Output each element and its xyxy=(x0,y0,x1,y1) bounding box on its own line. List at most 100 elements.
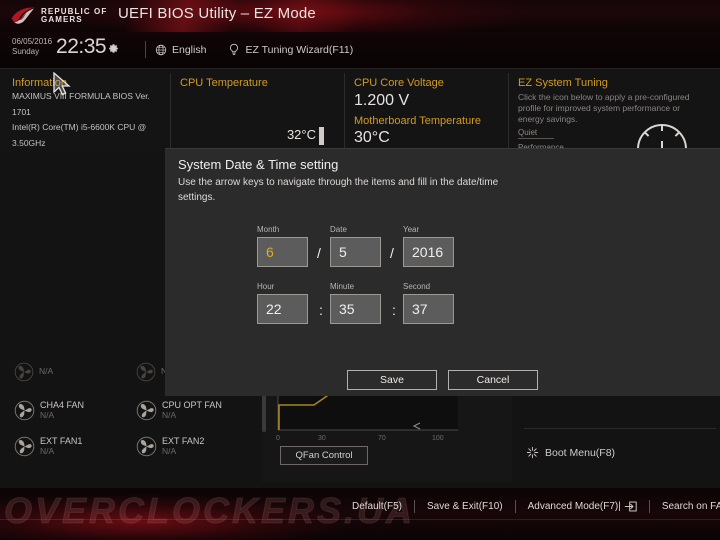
rog-eye-icon xyxy=(11,7,35,24)
fan-value: N/A xyxy=(40,409,55,420)
chart-xtick-70: 70 xyxy=(378,435,386,442)
divider xyxy=(518,137,554,139)
date-time-widget[interactable]: 06/05/2016 Sunday 22:35 xyxy=(12,35,119,59)
system-date-time-dialog: System Date & Time setting Use the arrow… xyxy=(165,148,720,396)
month-input[interactable]: 6 xyxy=(257,237,308,267)
date-display[interactable]: 06/05/2016 Sunday xyxy=(12,37,52,57)
fan-item-partial-1[interactable]: N/A xyxy=(14,362,53,382)
fan-icon xyxy=(14,436,35,457)
second-label: Second xyxy=(403,282,431,291)
chart-xtick-30: 30 xyxy=(318,435,326,442)
globe-icon xyxy=(155,44,167,55)
chart-xtick-100: 100 xyxy=(432,435,444,442)
mouse-cursor-icon xyxy=(53,72,71,96)
cancel-button[interactable]: Cancel xyxy=(448,370,538,390)
second-input[interactable]: 37 xyxy=(403,294,454,324)
ez-system-tuning-title: EZ System Tuning xyxy=(518,77,608,89)
clock-display[interactable]: 22:35 xyxy=(56,35,107,59)
hour-input[interactable]: 22 xyxy=(257,294,308,324)
fan-icon xyxy=(136,400,157,421)
divider xyxy=(508,73,509,149)
qfan-control-button[interactable]: QFan Control xyxy=(280,446,368,465)
dialog-description: Use the arrow keys to navigate through t… xyxy=(178,177,499,203)
divider xyxy=(170,73,171,149)
information-strip: Information MAXIMUS VIII FORMULA BIOS Ve… xyxy=(0,68,720,180)
title-bar: REPUBLIC OF GAMERS UEFI BIOS Utility – E… xyxy=(0,0,720,32)
date-separator-1: / xyxy=(317,245,321,261)
date-label: Date xyxy=(330,225,347,234)
gear-icon[interactable] xyxy=(108,41,119,59)
cpu-temperature-label: CPU Temperature xyxy=(180,77,268,89)
fan-value: N/A xyxy=(39,366,54,377)
date-field-group: Date 5 xyxy=(330,225,381,267)
hour-field-group: Hour 22 xyxy=(257,282,308,324)
year-input[interactable]: 2016 xyxy=(403,237,454,267)
footer-navigation: Default(F5) Save & Exit(F10) Advanced Mo… xyxy=(340,500,720,513)
divider xyxy=(344,73,345,149)
second-field-group: Second 37 xyxy=(403,282,454,324)
boot-menu-button[interactable]: Boot Menu(F8) xyxy=(526,446,615,459)
language-selector[interactable]: English xyxy=(155,44,206,56)
time-separator-2: : xyxy=(392,302,396,318)
advanced-mode-f7-button[interactable]: Advanced Mode(F7)| xyxy=(516,501,649,512)
date-separator-2: / xyxy=(390,245,394,261)
fan-value: N/A xyxy=(162,445,177,456)
fan-icon xyxy=(136,436,157,457)
cpu-voltage-label: CPU Core Voltage xyxy=(354,77,444,89)
cpu-voltage-value: 1.200 V xyxy=(354,92,410,109)
ez-tuning-wizard-button[interactable]: EZ Tuning Wizard(F11) xyxy=(228,43,353,56)
cpu-temperature-value: 32°C xyxy=(286,127,316,142)
fan-item-ext-fan2[interactable]: EXT FAN2 N/A xyxy=(136,436,204,457)
boot-burst-icon xyxy=(526,446,539,459)
save-button[interactable]: Save xyxy=(347,370,437,390)
arrow-into-box-icon xyxy=(624,501,637,512)
fan-item-ext-fan1[interactable]: EXT FAN1 N/A xyxy=(14,436,82,457)
information-panel: Information MAXIMUS VIII FORMULA BIOS Ve… xyxy=(12,69,170,180)
info-line-motherboard: MAXIMUS VIII FORMULA BIOS Ver. 1701 xyxy=(12,91,150,117)
ez-tuning-wizard-label: EZ Tuning Wizard(F11) xyxy=(245,43,354,56)
page-title: UEFI BIOS Utility – EZ Mode xyxy=(118,5,316,22)
month-field-group: Month 6 xyxy=(257,225,308,267)
minute-label: Minute xyxy=(330,282,355,291)
hour-label: Hour xyxy=(257,282,275,291)
divider xyxy=(145,41,146,58)
motherboard-temperature-label: Motherboard Temperature xyxy=(354,115,481,127)
information-title: Information xyxy=(12,77,68,89)
save-and-exit-f10-button[interactable]: Save & Exit(F10) xyxy=(415,501,515,512)
fan-value: N/A xyxy=(162,409,177,420)
fan-icon xyxy=(136,362,156,382)
fan-item-cha4[interactable]: CHA4 FAN N/A xyxy=(14,400,84,421)
search-on-faq-button[interactable]: Search on FAQ xyxy=(650,501,720,512)
minute-field-group: Minute 35 xyxy=(330,282,381,324)
status-bar: 06/05/2016 Sunday 22:35 English EZ Tunin… xyxy=(0,32,720,96)
fan-item-cpu-opt[interactable]: CPU OPT FAN N/A xyxy=(136,400,222,421)
date-value: 06/05/2016 xyxy=(12,37,53,46)
default-f5-button[interactable]: Default(F5) xyxy=(340,501,414,512)
status-bar-items: English EZ Tuning Wizard(F11) xyxy=(136,41,353,58)
weekday-value: Sunday xyxy=(12,47,40,56)
divider xyxy=(0,519,720,520)
boot-menu-label: Boot Menu(F8) xyxy=(545,446,616,459)
lightbulb-icon xyxy=(230,43,239,56)
year-label: Year xyxy=(403,225,420,234)
advanced-mode-label: Advanced Mode(F7)| xyxy=(527,501,621,512)
month-label: Month xyxy=(257,225,280,234)
language-label: English xyxy=(172,43,207,56)
ez-system-tuning-panel[interactable]: EZ System Tuning Click the icon below to… xyxy=(518,69,720,154)
dialog-title: System Date & Time setting xyxy=(178,157,339,172)
fan-icon xyxy=(14,362,34,382)
motherboard-temperature-value: 30°C xyxy=(354,129,390,146)
time-separator-1: : xyxy=(319,302,323,318)
fan-value: N/A xyxy=(40,445,55,456)
bios-screen: REPUBLIC OF GAMERS UEFI BIOS Utility – E… xyxy=(0,0,720,540)
year-field-group: Year 2016 xyxy=(403,225,454,267)
minute-input[interactable]: 35 xyxy=(330,294,381,324)
fan-icon xyxy=(14,400,35,421)
temp-bar xyxy=(319,127,324,145)
info-line-cpu: Intel(R) Core(TM) i5-6600K CPU @ 3.50GHz xyxy=(12,122,147,149)
cpu-temperature-panel: CPU Temperature 32°C xyxy=(180,69,344,153)
date-input[interactable]: 5 xyxy=(330,237,381,267)
rog-logo-line2: GAMERS xyxy=(41,15,83,24)
rog-logo: REPUBLIC OF GAMERS xyxy=(10,4,128,28)
chart-xtick-0: 0 xyxy=(276,435,280,442)
